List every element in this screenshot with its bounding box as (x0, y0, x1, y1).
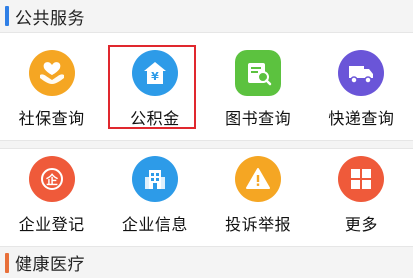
section-accent-bar (5, 6, 9, 26)
warning-icon (235, 156, 282, 202)
tile-enterprise-registration[interactable]: 企 企业登记 (0, 149, 103, 245)
service-row: 社保查询 ¥ 公积金 图书查询 快递查询 (0, 33, 413, 140)
section-title: 公共服务 (15, 8, 85, 29)
tile-complaint-report[interactable]: 投诉举报 (207, 149, 310, 245)
divider (0, 140, 413, 149)
hands-heart-icon (28, 50, 75, 96)
tile-label: 企业登记 (18, 215, 85, 234)
tile-more[interactable]: 更多 (310, 149, 413, 245)
svg-text:企: 企 (45, 172, 59, 187)
tile-label: 图书查询 (225, 109, 292, 128)
more-grid-icon (338, 156, 385, 202)
tile-library-search[interactable]: 图书查询 (207, 33, 310, 140)
book-search-icon (235, 50, 282, 96)
section-title: 健康医疗 (15, 255, 85, 275)
highlight-box (108, 45, 196, 129)
enterprise-badge-icon: 企 (28, 156, 75, 202)
tile-label: 快递查询 (328, 109, 395, 128)
building-icon (131, 156, 178, 202)
truck-icon (338, 50, 385, 96)
tile-label: 投诉举报 (225, 215, 292, 234)
tile-social-security[interactable]: 社保查询 (0, 33, 103, 140)
tile-label: 社保查询 (18, 109, 85, 128)
section-accent-bar (5, 252, 9, 273)
tile-enterprise-info[interactable]: 企业信息 (103, 149, 206, 245)
tile-label: 企业信息 (121, 215, 188, 234)
tile-express-search[interactable]: 快递查询 (310, 33, 413, 140)
tile-label: 更多 (344, 215, 378, 234)
section-header-public-services: 公共服务 (0, 0, 413, 33)
section-header-health-care: 健康医疗 (0, 246, 413, 278)
service-row: 企 企业登记 企业信息 投诉举报 更多 (0, 149, 413, 245)
